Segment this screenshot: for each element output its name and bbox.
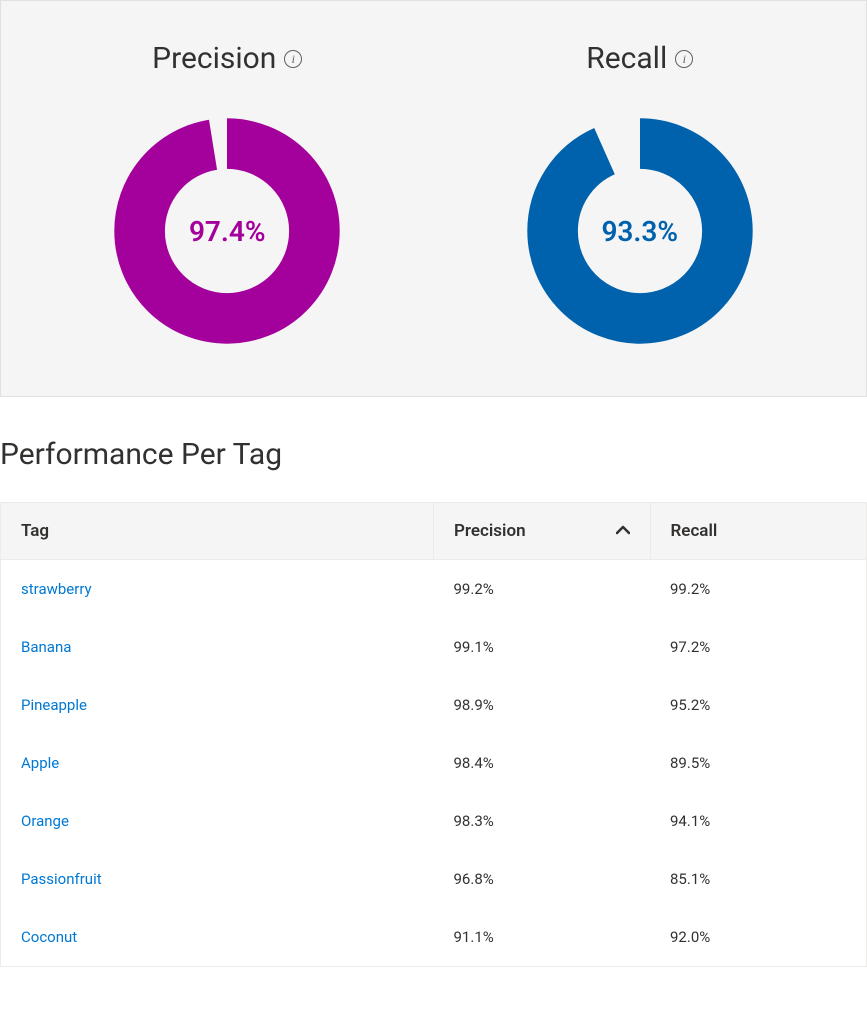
recall-cell: 92.0% — [650, 908, 867, 967]
precision-cell: 96.8% — [434, 850, 651, 908]
tag-link[interactable]: Passionfruit — [21, 870, 102, 888]
precision-donut: 97.4% — [112, 116, 342, 346]
table-row: Apple 98.4%89.5% — [1, 734, 867, 792]
recall-cell: 97.2% — [650, 618, 867, 676]
tag-link[interactable]: Apple — [21, 754, 59, 772]
precision-metric: Precision i 97.4% — [21, 41, 434, 346]
recall-cell: 89.5% — [650, 734, 867, 792]
precision-label: Precision — [152, 41, 276, 76]
recall-cell: 99.2% — [650, 560, 867, 619]
precision-cell: 99.1% — [434, 618, 651, 676]
recall-value: 93.3% — [525, 116, 755, 346]
column-header-tag[interactable]: Tag — [1, 503, 434, 560]
table-header-row: Tag Precision Recall — [1, 503, 867, 560]
performance-table: Tag Precision Recall strawberry 99.2%99.2… — [0, 502, 867, 967]
recall-title-row: Recall i — [586, 41, 693, 76]
info-icon[interactable]: i — [675, 50, 693, 68]
recall-cell: 85.1% — [650, 850, 867, 908]
table-row: Coconut 91.1%92.0% — [1, 908, 867, 967]
column-header-label: Recall — [671, 521, 718, 541]
precision-cell: 98.4% — [434, 734, 651, 792]
tag-link[interactable]: Orange — [21, 812, 69, 830]
column-header-recall[interactable]: Recall — [650, 503, 867, 560]
precision-cell: 98.3% — [434, 792, 651, 850]
column-header-label: Tag — [21, 521, 49, 541]
recall-cell: 95.2% — [650, 676, 867, 734]
recall-donut: 93.3% — [525, 116, 755, 346]
precision-cell: 98.9% — [434, 676, 651, 734]
performance-per-tag-heading: Performance Per Tag — [0, 437, 867, 472]
table-row: Pineapple 98.9%95.2% — [1, 676, 867, 734]
tag-link[interactable]: Coconut — [21, 928, 77, 946]
table-row: Passionfruit 96.8%85.1% — [1, 850, 867, 908]
sort-caret-up-icon — [616, 524, 630, 538]
column-header-label: Precision — [454, 521, 526, 541]
recall-cell: 94.1% — [650, 792, 867, 850]
precision-cell: 91.1% — [434, 908, 651, 967]
tag-link[interactable]: strawberry — [21, 580, 92, 598]
table-row: strawberry 99.2%99.2% — [1, 560, 867, 619]
precision-title-row: Precision i — [152, 41, 302, 76]
recall-metric: Recall i 93.3% — [434, 41, 847, 346]
info-icon[interactable]: i — [284, 50, 302, 68]
tag-link[interactable]: Banana — [21, 638, 71, 656]
precision-value: 97.4% — [112, 116, 342, 346]
table-row: Banana 99.1%97.2% — [1, 618, 867, 676]
recall-label: Recall — [586, 41, 667, 76]
table-row: Orange 98.3%94.1% — [1, 792, 867, 850]
column-header-precision[interactable]: Precision — [434, 503, 651, 560]
metrics-panel: Precision i 97.4% Recall i 93.3% — [0, 0, 867, 397]
precision-cell: 99.2% — [434, 560, 651, 619]
tag-link[interactable]: Pineapple — [21, 696, 87, 714]
